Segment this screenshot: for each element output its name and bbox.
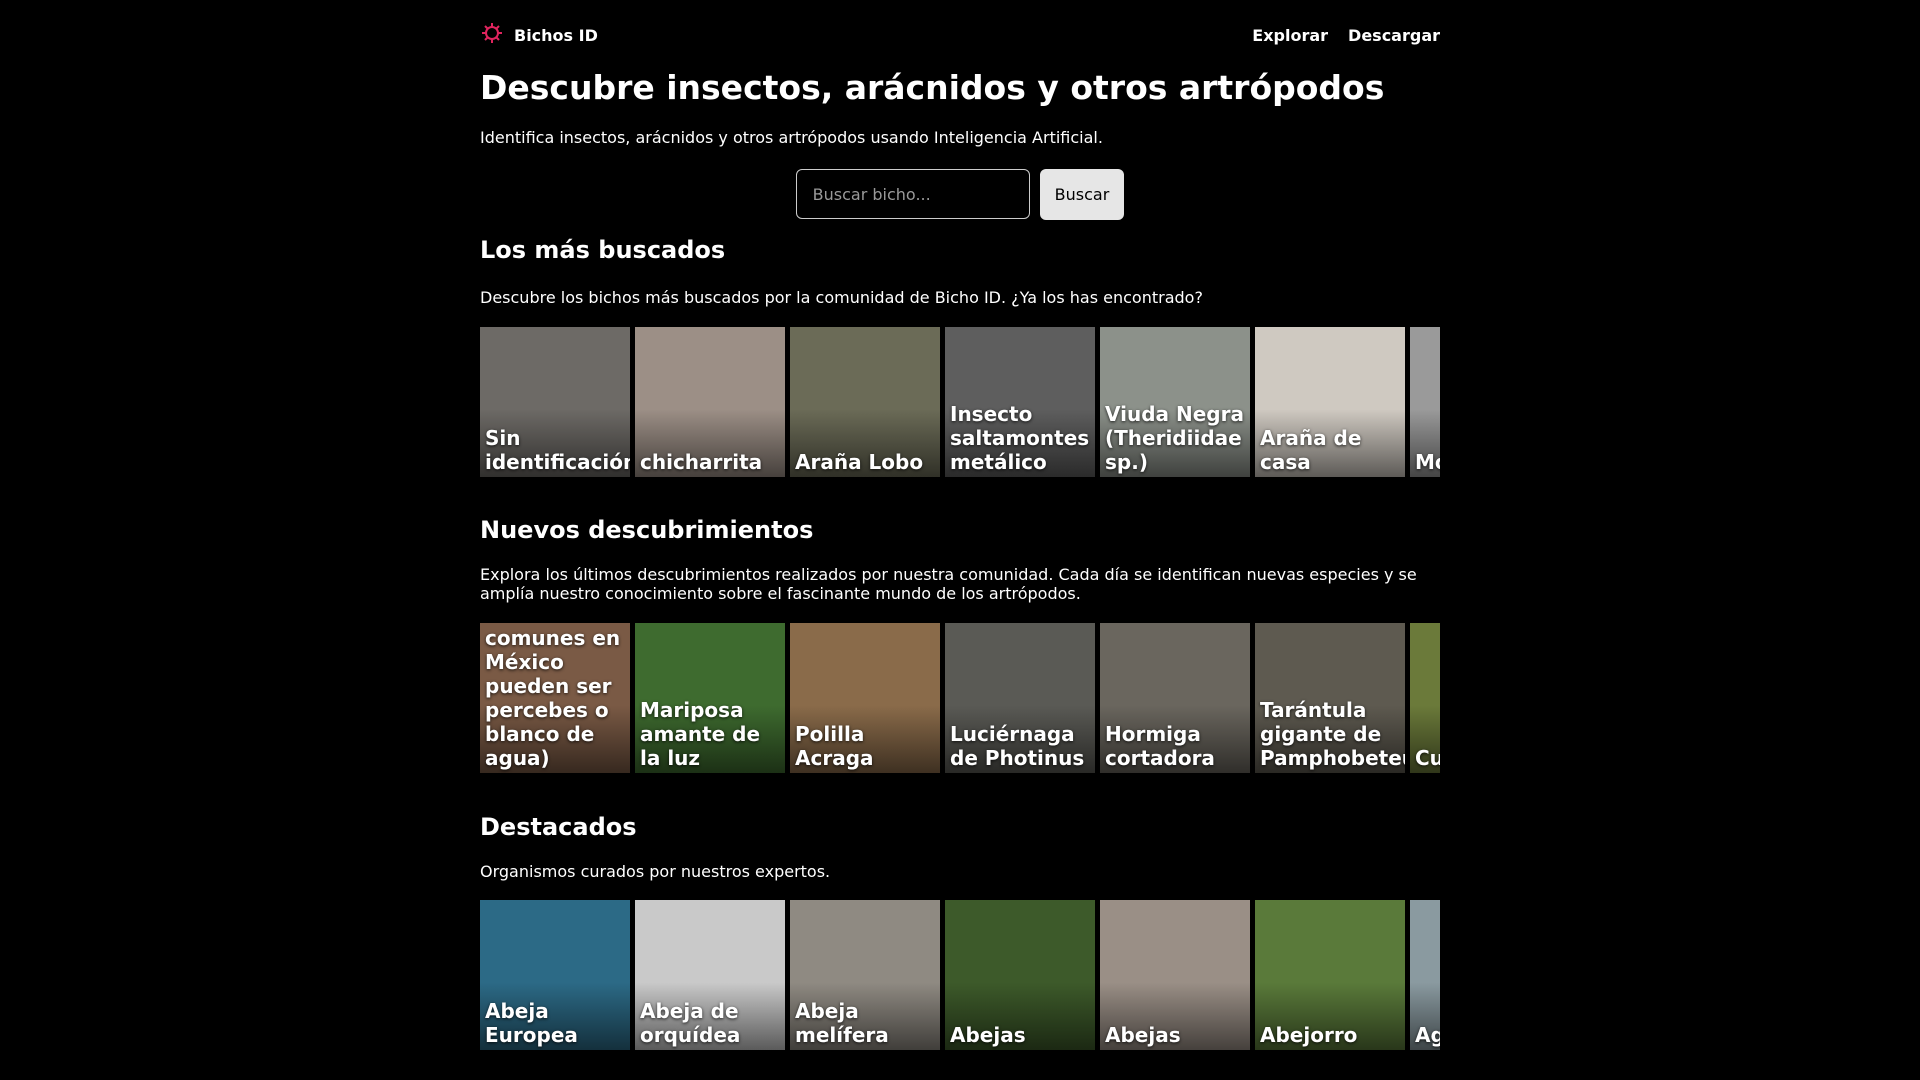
card-strip: comunes en México pueden ser percebes o … [480,623,1440,773]
nav-descargar-link[interactable]: Descargar [1348,26,1440,45]
organism-name: Luciérnaga de Photinus [950,722,1085,770]
organism-name: Insecto saltamontes metálico [950,402,1090,474]
section-description: Organismos curados por nuestros expertos… [480,862,831,881]
card-strip: Abeja Europea Abeja de orquídea Abeja melí… [480,900,1440,1050]
organism-name: Viuda Negra (Theridiidae sp.) [1105,402,1244,474]
section-title: Destacados [480,813,637,841]
search-input[interactable] [795,169,1030,219]
organism-card[interactable]: Viuda Negra (Theridiidae sp.) [1100,327,1250,477]
organism-card[interactable]: Tarántula gigante de Pamphobeteus [1255,623,1405,773]
organism-card[interactable]: Polilla Acraga [790,623,940,773]
organism-name: comunes en México pueden ser percebes o … [485,626,621,770]
section-description: Explora los últimos descubrimientos real… [480,565,1417,603]
organism-card[interactable]: Luciérnaga de Photinus [945,623,1095,773]
search-button[interactable]: Buscar [1039,169,1125,220]
search-bar: Buscar [480,169,1440,220]
organism-name: Abeja Europea [485,999,578,1047]
section-description: Descubre los bichos más buscados por la … [480,288,1203,307]
organism-card[interactable]: Mariposa amante de la luz [635,623,785,773]
organism-name: Abejas [1105,1023,1181,1047]
organism-card[interactable]: comunes en México pueden ser percebes o … [480,623,630,773]
organism-name: Cu de (C [1415,746,1440,770]
brand[interactable]: Bichos ID [480,21,598,49]
organism-name: Ag ce [1415,1023,1440,1047]
organism-name: Abejorro [1260,1023,1358,1047]
organism-card[interactable]: Araña de casa [1255,327,1405,477]
organism-card[interactable]: Abejas [945,900,1095,1050]
organism-card[interactable]: Araña Lobo [790,327,940,477]
organism-card[interactable]: Hormiga cortadora [1100,623,1250,773]
organism-card[interactable]: Mo (C sp [1410,327,1440,477]
card-strip: Sin identificación chicharrita Araña Lobo I… [480,327,1440,477]
organism-name: Mariposa amante de la luz [640,698,761,770]
section-title: Los más buscados [480,236,726,264]
page-subtitle: Identifica insectos, arácnidos y otros a… [480,128,1103,147]
organism-name: Sin identificación [485,426,630,474]
page-title: Descubre insectos, arácnidos y otros art… [480,68,1385,107]
organism-card[interactable]: Abejorro [1255,900,1405,1050]
organism-name: Abejas [950,1023,1026,1047]
organism-name: Hormiga cortadora [1105,722,1215,770]
organism-card[interactable]: chicharrita [635,327,785,477]
organism-name: Araña de casa [1260,426,1362,474]
organism-card[interactable]: Insecto saltamontes metálico [945,327,1095,477]
organism-card[interactable]: Abejas [1100,900,1250,1050]
organism-name: Tarántula gigante de Pamphobeteus [1260,698,1405,770]
main-nav: Explorar Descargar [1252,26,1440,45]
organism-name: Araña Lobo [795,450,924,474]
top-bar: Bichos ID Explorar Descargar [480,0,1440,70]
organism-name: Polilla Acraga [795,722,874,770]
brand-name: Bichos ID [514,25,598,45]
section-title: Nuevos descubrimientos [480,516,814,544]
organism-name: chicharrita [640,450,763,474]
organism-card[interactable]: Abeja melífera [790,900,940,1050]
organism-card[interactable]: Sin identificación [480,327,630,477]
nav-explorar-link[interactable]: Explorar [1252,26,1328,45]
bug-logo-icon [480,21,504,49]
page-container: Bichos ID Explorar Descargar Descubre in… [480,0,1440,1050]
organism-card[interactable]: Abeja Europea [480,900,630,1050]
organism-name: Abeja de orquídea [640,999,741,1047]
organism-card[interactable]: Cu de (C [1410,623,1440,773]
organism-name: Mo (C sp [1415,450,1440,474]
organism-card[interactable]: Ag ce [1410,900,1440,1050]
organism-card[interactable]: Abeja de orquídea [635,900,785,1050]
organism-name: Abeja melífera [795,999,889,1047]
